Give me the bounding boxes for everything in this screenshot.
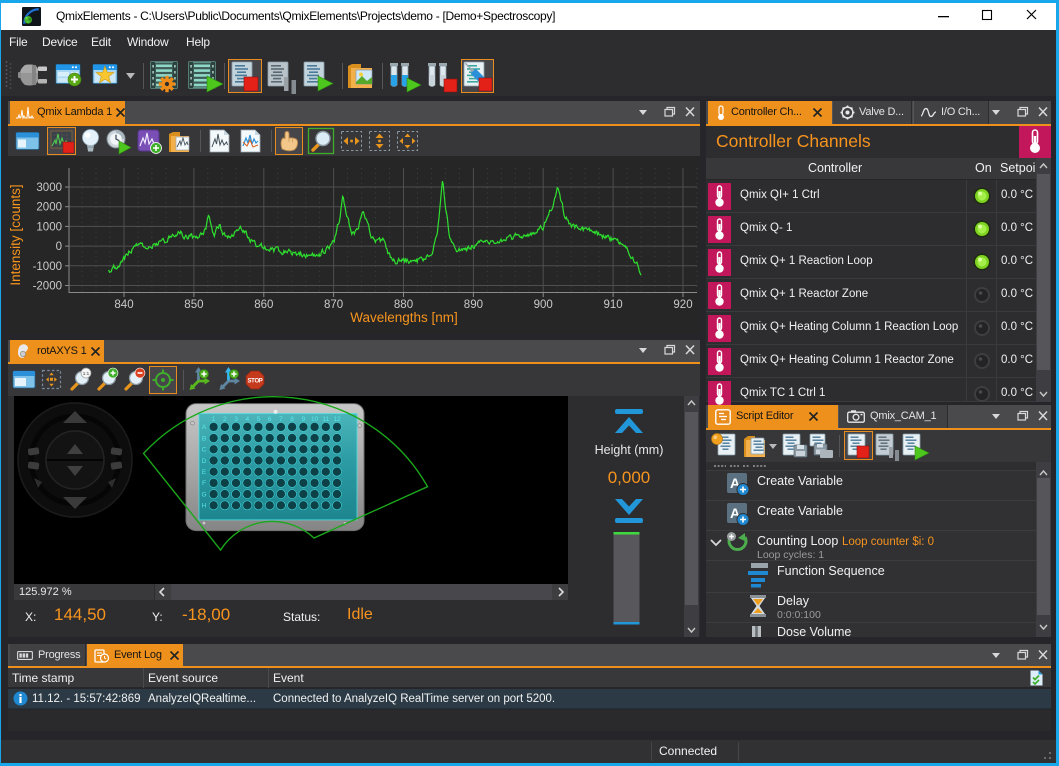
- svg-text:Loop cycles: 1: Loop cycles: 1: [757, 549, 824, 561]
- svg-text:STOP: STOP: [247, 379, 262, 385]
- svg-text:0,000: 0,000: [608, 468, 651, 487]
- svg-text:2000: 2000: [36, 202, 62, 214]
- svg-text:A: A: [202, 424, 207, 431]
- svg-text:1000: 1000: [36, 221, 62, 233]
- svg-text:840: 840: [114, 299, 133, 311]
- svg-text:7: 7: [279, 416, 283, 423]
- svg-text:11: 11: [322, 416, 329, 423]
- svg-text:9: 9: [302, 416, 306, 423]
- svg-text:Dose Volume: Dose Volume: [777, 625, 851, 639]
- svg-text:900: 900: [534, 299, 553, 311]
- svg-text:Intensity [counts]: Intensity [counts]: [8, 184, 23, 285]
- svg-text:0: 0: [56, 241, 62, 253]
- svg-text:Create Variable: Create Variable: [757, 474, 843, 488]
- svg-text:Counting Loop: Counting Loop: [757, 534, 838, 548]
- svg-text:F: F: [202, 480, 206, 487]
- svg-text:Loop counter $i: 0: Loop counter $i: 0: [842, 536, 934, 548]
- svg-text:1:1: 1:1: [83, 371, 90, 376]
- svg-text:2: 2: [223, 416, 227, 423]
- svg-text:3: 3: [234, 416, 238, 423]
- svg-text:10: 10: [311, 416, 319, 423]
- svg-text:8: 8: [290, 416, 294, 423]
- svg-text:890: 890: [464, 299, 483, 311]
- svg-text:850: 850: [184, 299, 203, 311]
- svg-text:H: H: [202, 503, 207, 510]
- svg-text:E: E: [202, 469, 207, 476]
- svg-text:910: 910: [604, 299, 623, 311]
- svg-text:5: 5: [257, 416, 261, 423]
- svg-text:B: B: [202, 435, 206, 442]
- svg-text:Create Variable: Create Variable: [757, 504, 843, 518]
- svg-text:D: D: [202, 458, 207, 465]
- svg-text:4: 4: [245, 416, 249, 423]
- svg-text:C: C: [202, 447, 207, 454]
- svg-text:Function Sequence: Function Sequence: [777, 564, 885, 578]
- svg-text:0:0:0:100: 0:0:0:100: [777, 609, 821, 621]
- svg-text:Wavelengths [nm]: Wavelengths [nm]: [350, 310, 458, 325]
- svg-text:6: 6: [268, 416, 272, 423]
- svg-text:-2000: -2000: [33, 281, 62, 293]
- svg-text:870: 870: [324, 299, 343, 311]
- svg-text:920: 920: [673, 299, 692, 311]
- svg-text:12: 12: [333, 416, 341, 423]
- svg-text:3000: 3000: [36, 182, 62, 194]
- svg-text:-1000: -1000: [33, 261, 62, 273]
- svg-text:860: 860: [254, 299, 273, 311]
- svg-text:1: 1: [212, 416, 216, 423]
- svg-text:Height (mm): Height (mm): [595, 443, 664, 457]
- svg-text:G: G: [201, 491, 206, 498]
- svg-text:Delay: Delay: [777, 594, 810, 608]
